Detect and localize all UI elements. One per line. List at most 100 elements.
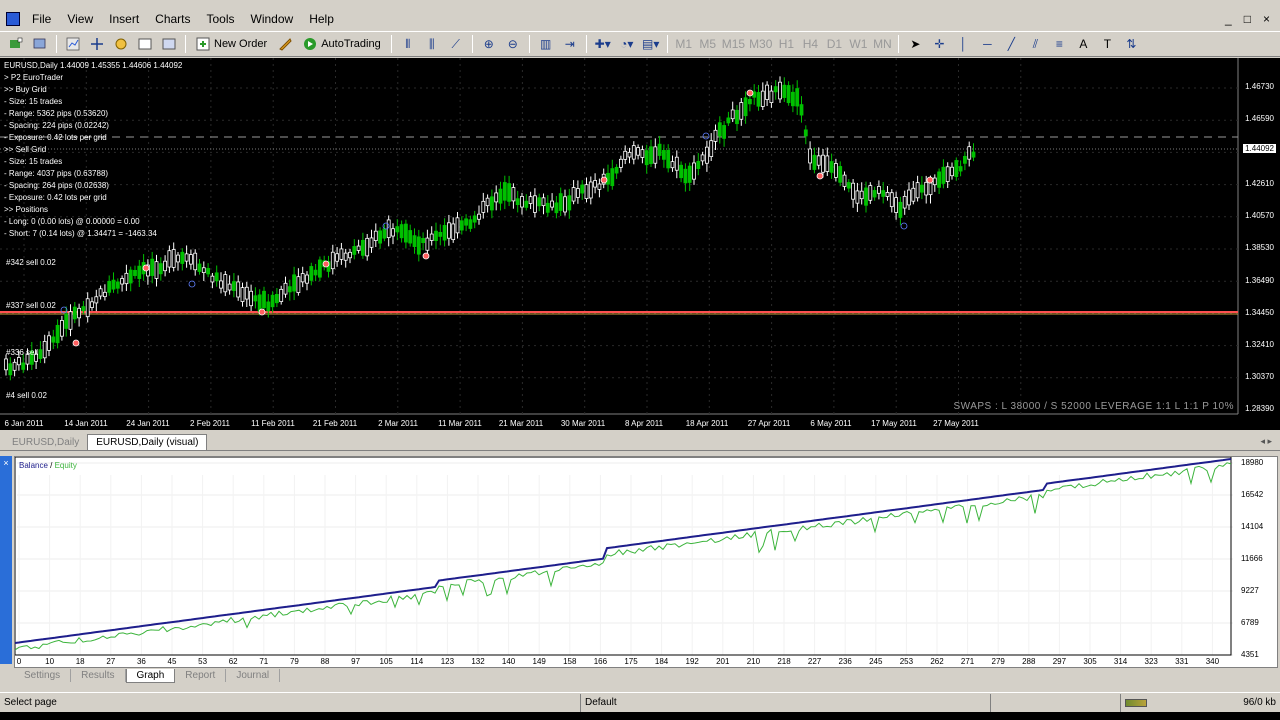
fibonacci-icon[interactable]: ≡ (1049, 34, 1069, 54)
candle-body (614, 166, 619, 174)
candle-body (38, 349, 43, 359)
data-window-icon[interactable] (87, 34, 107, 54)
candle-body (571, 187, 576, 202)
candle-body (429, 233, 434, 241)
period-m15-icon[interactable]: M15 (722, 34, 745, 54)
menu-help[interactable]: Help (301, 8, 342, 30)
mdi-restore-button[interactable]: □ (1244, 12, 1251, 26)
candle-body (709, 140, 714, 158)
time-axis-label: 6 Jan 2011 (4, 419, 44, 428)
tab-scroll-arrows-icon[interactable]: ◂ ▸ (1252, 436, 1280, 450)
candle-body (915, 182, 920, 199)
graph-x-label: 140 (502, 657, 516, 666)
cursor-icon[interactable]: ➤ (905, 34, 925, 54)
terminal-icon[interactable] (135, 34, 155, 54)
price-chart[interactable]: EURUSD,Daily 1.44009 1.45355 1.44606 1.4… (0, 58, 1280, 430)
period-h4-icon[interactable]: H4 (800, 34, 820, 54)
channel-icon[interactable]: ⫽ (1025, 34, 1045, 54)
graph-x-label: 0 (17, 657, 22, 666)
period-mn-icon[interactable]: MN (872, 34, 892, 54)
period-d1-icon[interactable]: D1 (824, 34, 844, 54)
templates-icon[interactable]: ▤▾ (641, 34, 661, 54)
candle-body (928, 182, 933, 196)
market-watch-icon[interactable] (63, 34, 83, 54)
period-m1-icon[interactable]: M1 (674, 34, 694, 54)
candle-body (554, 202, 559, 214)
line-chart-icon[interactable]: ⟋ (446, 34, 466, 54)
mdi-close-button[interactable]: × (1263, 12, 1270, 26)
time-axis-label: 17 May 2011 (871, 419, 917, 428)
candlestick-icon[interactable]: ⫼ (422, 34, 442, 54)
new-chart-icon[interactable] (6, 34, 26, 54)
candle-body (8, 363, 13, 376)
toolbar-separator (585, 35, 587, 53)
menu-file[interactable]: File (24, 8, 59, 30)
candle-body (932, 177, 937, 186)
metaeditor-icon[interactable] (275, 34, 295, 54)
bar-chart-icon[interactable]: ⫴ (398, 34, 418, 54)
candle-body (184, 253, 189, 262)
new-order-button[interactable]: New Order (192, 34, 271, 54)
navigator-icon[interactable] (111, 34, 131, 54)
arrows-icon[interactable]: ⇅ (1121, 34, 1141, 54)
period-w1-icon[interactable]: W1 (848, 34, 868, 54)
menu-insert[interactable]: Insert (101, 8, 147, 30)
tile-windows-icon[interactable]: ▥ (536, 34, 556, 54)
graph-y-label: 6789 (1241, 618, 1259, 627)
zoom-in-icon[interactable]: ⊕ (479, 34, 499, 54)
time-axis-label: 11 Feb 2011 (251, 419, 295, 428)
tab-eurusd-daily-visual[interactable]: EURUSD,Daily (visual) (87, 434, 208, 450)
candle-body (515, 198, 520, 206)
tab-settings[interactable]: Settings (14, 669, 72, 682)
chart-shift-icon[interactable]: ⇥ (560, 34, 580, 54)
tester-close-button[interactable]: × (0, 458, 12, 468)
menu-tools[interactable]: Tools (199, 8, 243, 30)
tab-eurusd-daily[interactable]: EURUSD,Daily (4, 435, 87, 450)
candle-body (786, 85, 791, 104)
period-h1-icon[interactable]: H1 (776, 34, 796, 54)
menu-charts[interactable]: Charts (147, 8, 198, 30)
text-label-icon[interactable]: T (1097, 34, 1117, 54)
candle-body (760, 90, 765, 107)
vertical-line-icon[interactable]: │ (953, 34, 973, 54)
candle-body (373, 230, 378, 241)
menu-view[interactable]: View (59, 8, 101, 30)
mdi-controls: _ □ × (1225, 12, 1280, 26)
candle-body (670, 161, 675, 169)
strategy-tester-icon[interactable] (159, 34, 179, 54)
indicators-icon[interactable]: ✚▾ (593, 34, 613, 54)
time-axis-label: 6 May 2011 (810, 419, 852, 428)
graph-x-label: 340 (1206, 657, 1220, 666)
tab-graph[interactable]: Graph (125, 669, 176, 683)
candle-body (653, 146, 658, 164)
graph-x-label: 210 (747, 657, 761, 666)
ea-info-line: - Spacing: 224 pips (0.02242) (4, 121, 109, 130)
candle-body (55, 324, 60, 344)
candle-body (872, 190, 877, 198)
ea-info-line: - Spacing: 264 pips (0.02638) (4, 181, 109, 190)
profiles-icon[interactable] (30, 34, 50, 54)
candle-body (700, 154, 705, 162)
candle-body (231, 281, 236, 291)
tab-results[interactable]: Results (71, 669, 126, 682)
candle-body (111, 279, 116, 290)
tab-journal[interactable]: Journal (226, 669, 281, 682)
crosshair-icon[interactable]: ✛ (929, 34, 949, 54)
zoom-out-icon[interactable]: ⊖ (503, 34, 523, 54)
period-m30-icon[interactable]: M30 (749, 34, 772, 54)
text-icon[interactable]: A (1073, 34, 1093, 54)
mdi-minimize-button[interactable]: _ (1225, 12, 1232, 26)
candle-body (816, 155, 821, 166)
menu-window[interactable]: Window (243, 8, 302, 30)
candle-body (133, 270, 137, 276)
trendline-icon[interactable]: ╱ (1001, 34, 1021, 54)
candle-body (339, 248, 344, 260)
candle-body (399, 224, 404, 239)
period-m5-icon[interactable]: M5 (698, 34, 718, 54)
autotrading-button[interactable]: AutoTrading (299, 34, 385, 54)
horizontal-line-icon[interactable]: ─ (977, 34, 997, 54)
candle-body (47, 335, 51, 351)
periods-icon[interactable]: ◔▾ (617, 34, 637, 54)
order-label: #4 sell 0.02 (6, 391, 47, 400)
tab-report[interactable]: Report (175, 669, 227, 682)
